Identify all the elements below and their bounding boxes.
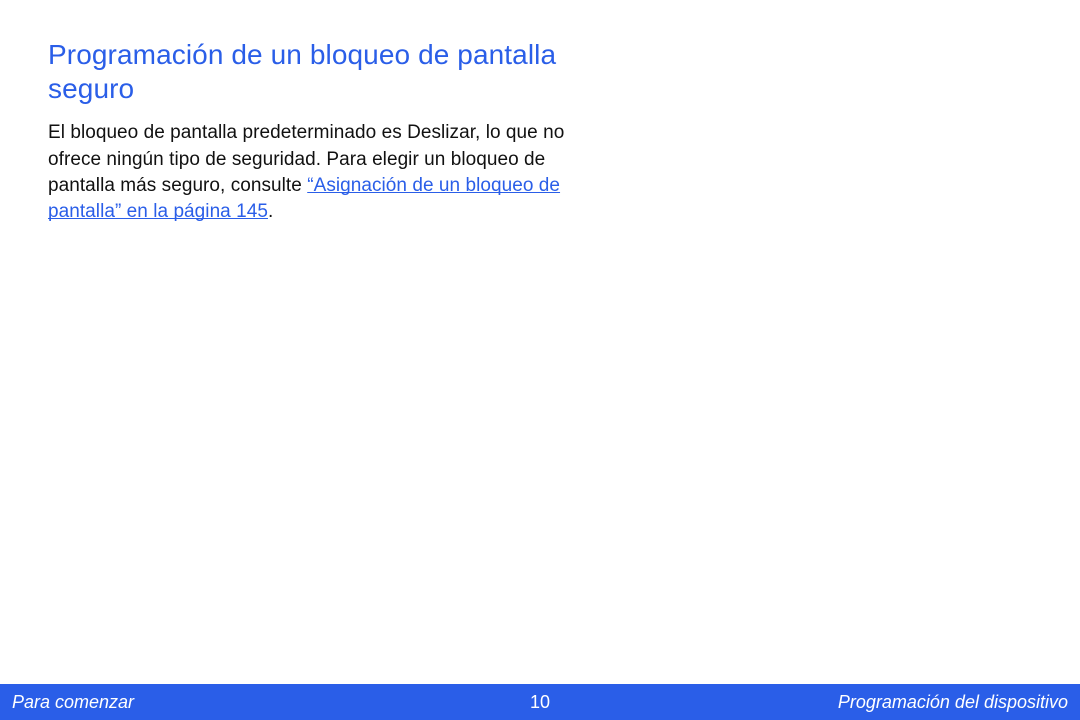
page: Programación de un bloqueo de pantalla s…	[0, 0, 1080, 720]
footer-right: Programación del dispositivo	[580, 692, 1068, 713]
section-heading: Programación de un bloqueo de pantalla s…	[48, 38, 568, 106]
body-text-after-link: .	[268, 201, 273, 222]
content-column: Programación de un bloqueo de pantalla s…	[48, 38, 568, 225]
body-paragraph: El bloqueo de pantalla predeterminado es…	[48, 120, 568, 225]
page-footer: Para comenzar 10 Programación del dispos…	[0, 684, 1080, 720]
footer-left: Para comenzar	[12, 692, 500, 713]
footer-page-number: 10	[500, 692, 580, 713]
